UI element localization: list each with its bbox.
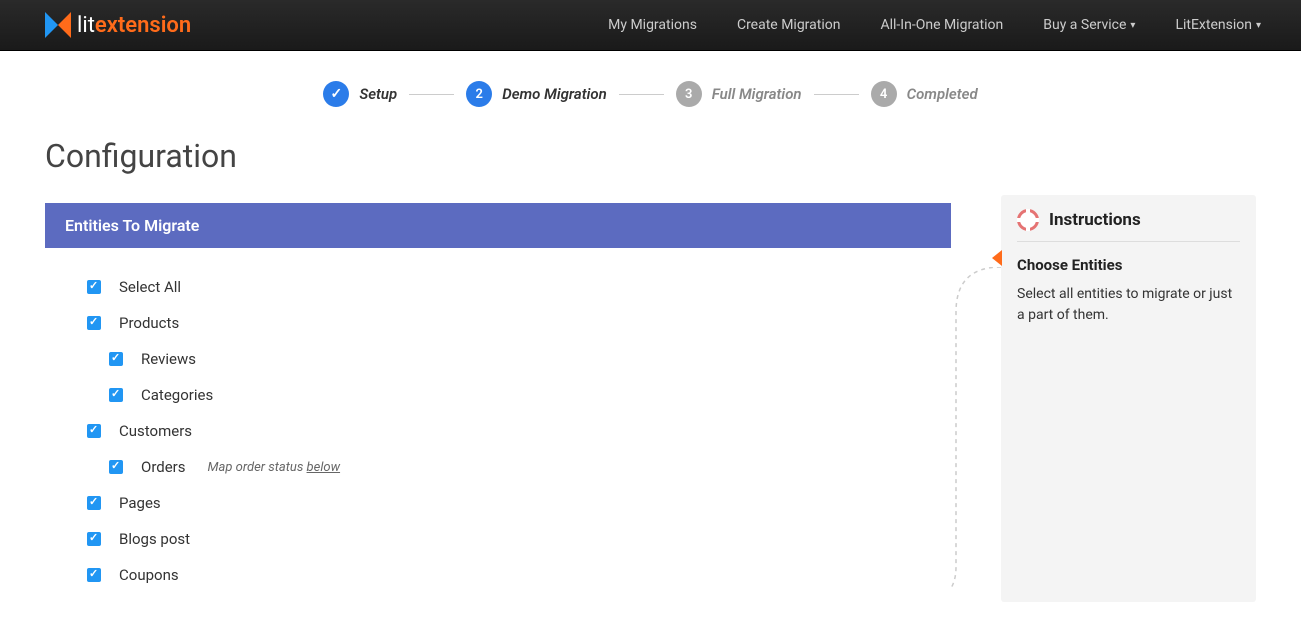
entity-coupons: Coupons	[87, 566, 951, 584]
connector-path	[951, 267, 1001, 607]
nav-create-migration[interactable]: Create Migration	[717, 0, 861, 51]
nav-all-in-one[interactable]: All-In-One Migration	[860, 0, 1023, 51]
entity-pages: Pages	[87, 494, 951, 512]
step-connector	[409, 94, 454, 95]
entity-select-all: Select All	[87, 278, 951, 296]
entities-list: Select All Products Reviews Categories C…	[45, 278, 951, 584]
checkbox-reviews[interactable]	[109, 352, 123, 366]
step-connector	[619, 94, 664, 95]
step-number: 2	[466, 81, 492, 107]
checkbox-blogs[interactable]	[87, 532, 101, 546]
entity-reviews: Reviews	[87, 350, 951, 368]
instructions-title: Instructions	[1049, 210, 1141, 230]
nav-links: My Migrations Create Migration All-In-On…	[588, 0, 1281, 51]
entity-categories: Categories	[87, 386, 951, 404]
instructions-panel: Instructions Choose Entities Select all …	[1001, 195, 1256, 602]
entity-label: Reviews	[141, 350, 196, 368]
nav-my-migrations[interactable]: My Migrations	[588, 0, 717, 51]
nav-litextension[interactable]: LitExtension▾	[1155, 0, 1281, 51]
entity-label: Blogs post	[119, 530, 190, 548]
step-label: Demo Migration	[502, 85, 607, 103]
checkbox-select-all[interactable]	[87, 280, 101, 294]
entity-label: Coupons	[119, 566, 179, 584]
brand-logo[interactable]: litextension	[45, 12, 191, 38]
logo-icon	[45, 12, 71, 38]
step-setup: ✓ Setup	[323, 81, 397, 107]
step-label: Setup	[359, 85, 397, 103]
chevron-down-icon: ▾	[1256, 20, 1261, 31]
step-demo-migration: 2 Demo Migration	[466, 81, 607, 107]
entity-label: Orders	[141, 458, 186, 476]
checkbox-coupons[interactable]	[87, 568, 101, 582]
check-icon: ✓	[323, 81, 349, 107]
step-full-migration: 3 Full Migration	[676, 81, 802, 107]
top-navbar: litextension My Migrations Create Migrat…	[0, 0, 1301, 51]
brand-text: litextension	[77, 13, 191, 38]
instructions-header: Instructions	[1017, 209, 1240, 242]
progress-stepper: ✓ Setup 2 Demo Migration 3 Full Migratio…	[0, 51, 1301, 127]
main-content: Configuration Entities To Migrate Select…	[45, 137, 951, 602]
step-connector	[814, 94, 859, 95]
entity-label: Products	[119, 314, 179, 332]
entity-label: Pages	[119, 494, 161, 512]
entity-label: Select All	[119, 278, 181, 296]
entity-products: Products	[87, 314, 951, 332]
pointer-icon	[992, 250, 1002, 266]
instructions-body: Select all entities to migrate or just a…	[1017, 284, 1240, 326]
step-label: Completed	[907, 85, 978, 103]
step-number: 3	[676, 81, 702, 107]
lifebuoy-icon	[1017, 209, 1039, 231]
orders-note: Map order status below	[208, 460, 341, 475]
entity-orders: Orders Map order status below	[87, 458, 951, 476]
entity-blogs: Blogs post	[87, 530, 951, 548]
checkbox-categories[interactable]	[109, 388, 123, 402]
checkbox-orders[interactable]	[109, 460, 123, 474]
step-completed: 4 Completed	[871, 81, 978, 107]
instructions-subtitle: Choose Entities	[1017, 256, 1240, 274]
nav-buy-service[interactable]: Buy a Service▾	[1023, 0, 1155, 51]
entity-label: Categories	[141, 386, 213, 404]
checkbox-products[interactable]	[87, 316, 101, 330]
checkbox-pages[interactable]	[87, 496, 101, 510]
page-title: Configuration	[45, 137, 951, 175]
entity-label: Customers	[119, 422, 192, 440]
entities-section-header: Entities To Migrate	[45, 203, 951, 248]
chevron-down-icon: ▾	[1130, 20, 1135, 31]
step-label: Full Migration	[712, 85, 802, 103]
step-number: 4	[871, 81, 897, 107]
orders-note-link[interactable]: below	[307, 460, 341, 475]
entity-customers: Customers	[87, 422, 951, 440]
checkbox-customers[interactable]	[87, 424, 101, 438]
